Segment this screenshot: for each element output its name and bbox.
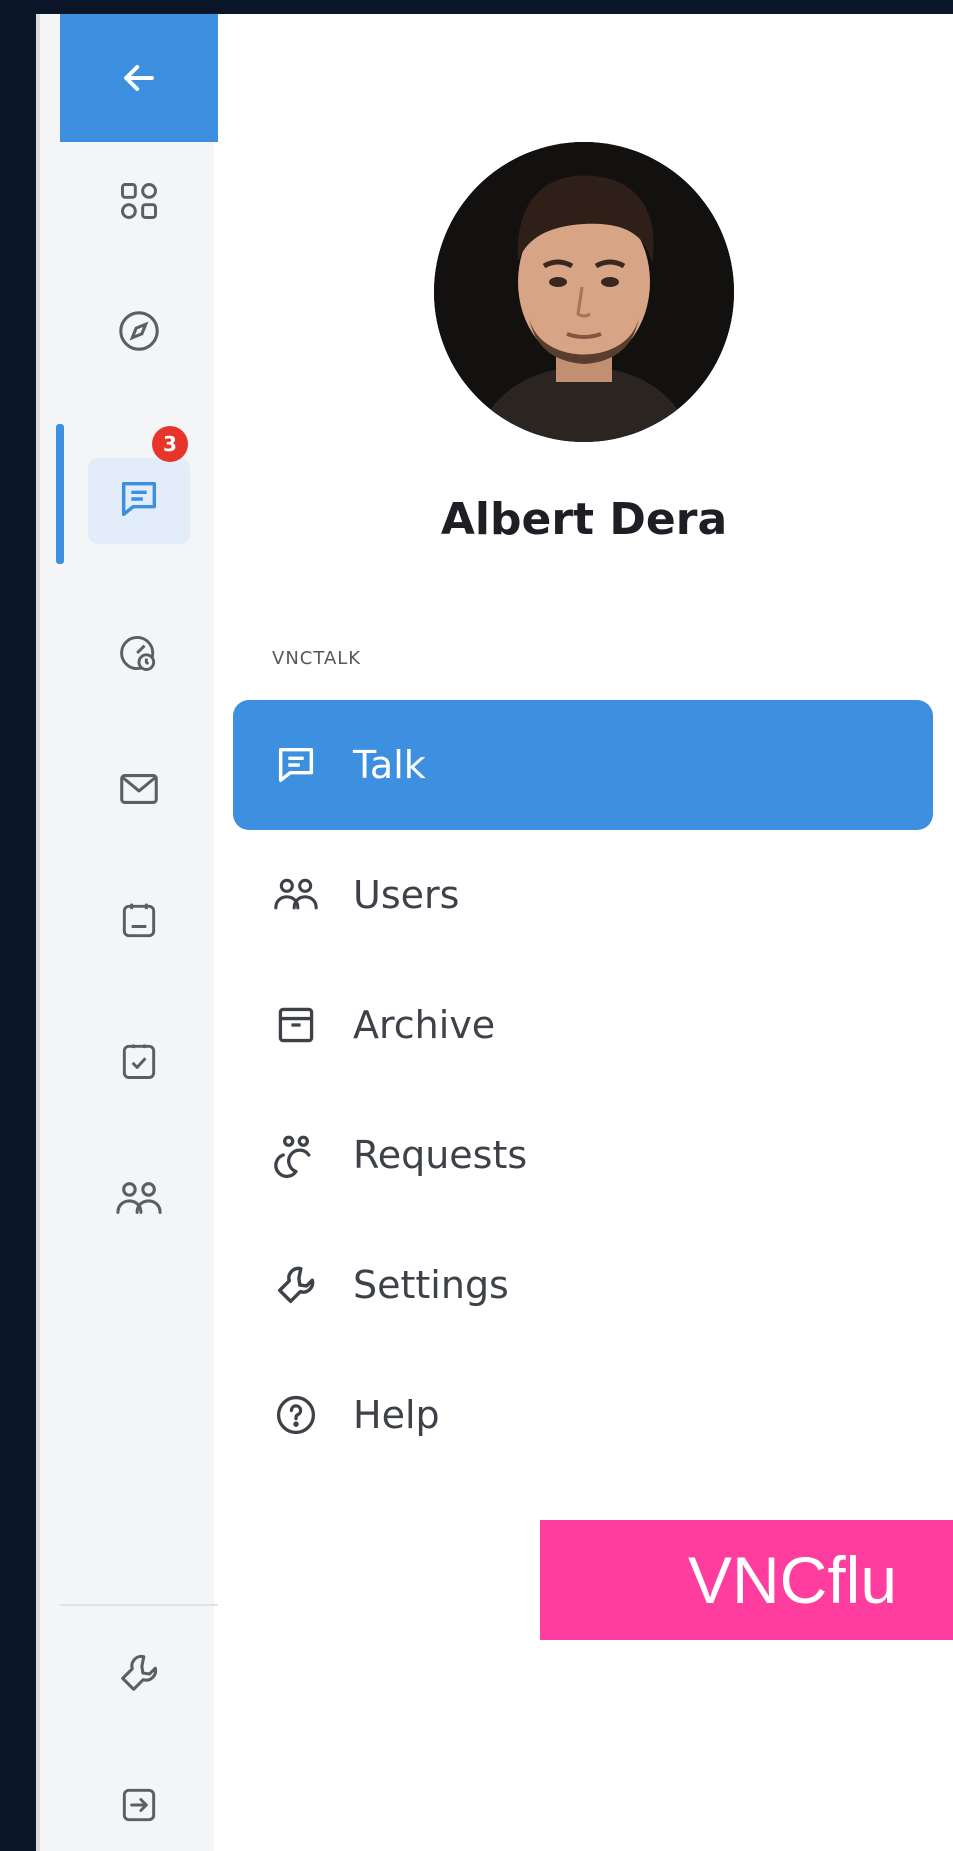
app-panel: 3 Albert Dera VNCTALK Talk Users Archive…	[36, 14, 953, 1851]
menu-item-users[interactable]: Users	[233, 830, 933, 960]
dashboard-gauge-icon	[120, 635, 156, 671]
section-label: VNCTALK	[272, 648, 362, 669]
users-icon	[271, 870, 321, 920]
mail-icon	[120, 774, 158, 804]
logout-icon	[122, 1788, 156, 1822]
menu-item-label: Talk	[353, 743, 426, 787]
calendar-icon	[122, 903, 156, 938]
menu-item-label: Help	[353, 1393, 440, 1437]
back-button[interactable]	[60, 14, 218, 142]
icon-rail: 3	[36, 14, 218, 1851]
archive-icon	[271, 1000, 321, 1050]
wrench-icon	[121, 1654, 158, 1691]
menu-item-label: Settings	[353, 1263, 509, 1307]
menu-item-settings[interactable]: Settings	[233, 1220, 933, 1350]
requests-icon	[271, 1130, 321, 1180]
rail-mail[interactable]	[60, 734, 218, 844]
help-circle-icon	[271, 1390, 321, 1440]
chat-icon	[121, 481, 157, 517]
menu-item-label: Users	[353, 873, 460, 917]
user-name: Albert Dera	[440, 494, 728, 545]
apps-grid-icon	[121, 183, 157, 219]
menu-item-help[interactable]: Help	[233, 1350, 933, 1480]
menu-item-requests[interactable]: Requests	[233, 1090, 933, 1220]
rail-divider	[60, 1604, 218, 1606]
unread-badge: 3	[152, 426, 188, 462]
menu-item-archive[interactable]: Archive	[233, 960, 933, 1090]
chat-icon	[271, 740, 321, 790]
brand-banner-text: VNCflu	[688, 1543, 898, 1617]
task-check-icon	[122, 1044, 156, 1079]
rail-people[interactable]	[60, 1144, 218, 1254]
arrow-left-icon	[124, 64, 154, 92]
avatar-portrait	[434, 142, 734, 442]
compass-icon	[119, 311, 159, 351]
people-icon	[116, 1182, 162, 1214]
rail-dashboard[interactable]	[60, 598, 218, 708]
wrench-icon	[271, 1260, 321, 1310]
avatar[interactable]	[434, 142, 734, 442]
rail-logout[interactable]	[60, 1750, 218, 1851]
menu-item-label: Requests	[353, 1133, 528, 1177]
menu-item-label: Archive	[353, 1003, 496, 1047]
menu-item-talk[interactable]: Talk	[233, 700, 933, 830]
rail-calendar[interactable]	[60, 866, 218, 976]
rail-apps[interactable]	[60, 146, 218, 256]
rail-settings[interactable]	[60, 1618, 218, 1728]
rail-tasks[interactable]	[60, 1006, 218, 1116]
rail-chat[interactable]	[60, 444, 218, 554]
brand-banner: VNCflu	[540, 1520, 953, 1640]
rail-discover[interactable]	[60, 276, 218, 386]
